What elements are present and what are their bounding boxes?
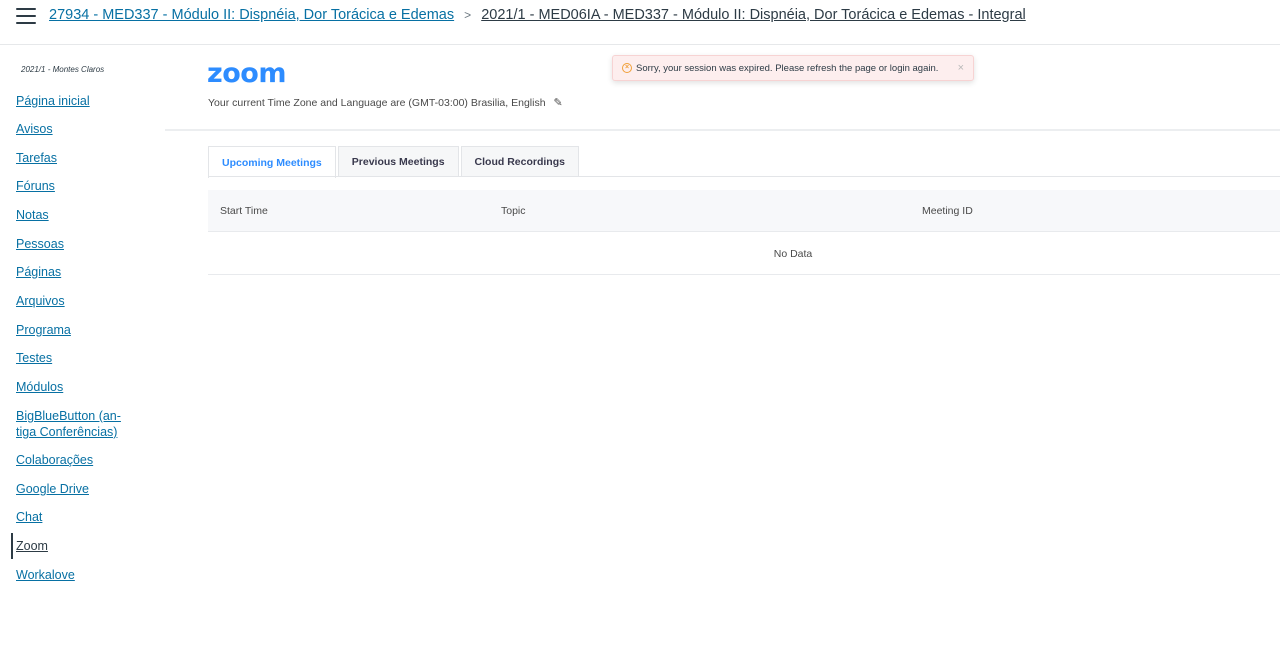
nav-pages[interactable]: Páginas (16, 264, 61, 280)
nav-files[interactable]: Arquivos (16, 293, 65, 309)
session-expired-toast: × Sorry, your session was expired. Pleas… (612, 55, 974, 81)
close-icon[interactable]: × (958, 62, 964, 74)
nav-bigbluebutton-line2: tiga Conferências) (16, 425, 118, 439)
tab-upcoming-meetings[interactable]: Upcoming Meetings (208, 146, 336, 178)
section-divider (165, 129, 1280, 131)
meetings-table-body: No Data (208, 233, 1280, 275)
tab-cloud-recordings[interactable]: Cloud Recordings (460, 146, 579, 177)
toast-message: Sorry, your session was expired. Please … (636, 62, 939, 74)
nav-people[interactable]: Pessoas (16, 236, 64, 252)
column-topic: Topic (501, 205, 526, 217)
breadcrumb: 27934 - MED337 - Módulo II: Dispnéia, Do… (49, 7, 1026, 23)
nav-collaborations[interactable]: Colaborações (16, 452, 93, 468)
tab-previous-meetings[interactable]: Previous Meetings (337, 146, 459, 177)
hamburger-menu-icon[interactable] (16, 8, 36, 26)
nav-grades[interactable]: Notas (16, 207, 49, 223)
empty-table-message: No Data (773, 248, 813, 260)
timezone-text: Your current Time Zone and Language are … (208, 97, 546, 109)
nav-bigbluebutton[interactable]: BigBlueButton (an- tiga Conferências) (16, 408, 121, 440)
column-start-time: Start Time (220, 205, 268, 217)
nav-bigbluebutton-line1: BigBlueButton (an- (16, 409, 121, 423)
nav-chat[interactable]: Chat (16, 509, 42, 525)
nav-zoom[interactable]: Zoom (16, 538, 48, 554)
warning-icon: × (622, 63, 632, 73)
nav-assignments[interactable]: Tarefas (16, 150, 57, 166)
edit-pencil-icon[interactable]: ✎ (553, 96, 562, 109)
tabs-underline (208, 176, 1280, 177)
column-meeting-id: Meeting ID (922, 205, 973, 217)
zoom-logo: zoom (207, 58, 286, 89)
nav-google-drive[interactable]: Google Drive (16, 481, 89, 497)
meetings-tabs: Upcoming Meetings Previous Meetings Clou… (208, 146, 581, 178)
nav-announcements[interactable]: Avisos (16, 121, 53, 137)
top-header: 27934 - MED337 - Módulo II: Dispnéia, Do… (0, 0, 1280, 45)
nav-modules[interactable]: Módulos (16, 379, 63, 395)
nav-syllabus[interactable]: Programa (16, 322, 71, 338)
breadcrumb-separator: > (464, 8, 472, 22)
timezone-info: Your current Time Zone and Language are … (208, 96, 563, 109)
term-label: 2021/1 - Montes Claros (21, 65, 105, 74)
meetings-table-header: Start Time Topic Meeting ID (208, 190, 1280, 232)
nav-discussions[interactable]: Fóruns (16, 178, 55, 194)
breadcrumb-course-link[interactable]: 27934 - MED337 - Módulo II: Dispnéia, Do… (49, 7, 454, 23)
active-nav-indicator (11, 533, 13, 559)
nav-quizzes[interactable]: Testes (16, 350, 52, 366)
nav-workalove[interactable]: Workalove (16, 567, 75, 583)
breadcrumb-section-link[interactable]: 2021/1 - MED06IA - MED337 - Módulo II: D… (481, 7, 1026, 23)
nav-home[interactable]: Página inicial (16, 93, 90, 109)
